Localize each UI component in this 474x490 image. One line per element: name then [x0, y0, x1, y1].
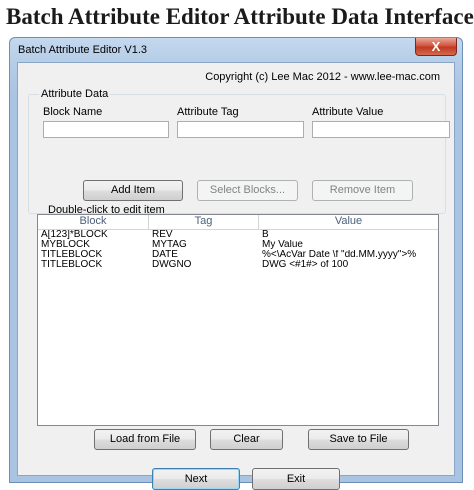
cell-value: My Value: [262, 240, 303, 250]
exit-button[interactable]: Exit: [252, 468, 340, 490]
page-headline: Batch Attribute Editor Attribute Data In…: [6, 4, 474, 29]
cell-block: A[123]*BLOCK: [41, 230, 108, 240]
block-name-label: Block Name: [43, 106, 103, 118]
list-header: Block Tag Value: [38, 215, 438, 230]
attribute-tag-label: Attribute Tag: [177, 106, 239, 118]
cell-block: TITLEBLOCK: [41, 250, 103, 260]
table-row[interactable]: TITLEBLOCK DWGNO DWG <#1#> of 100: [38, 260, 438, 270]
column-header-value[interactable]: Value: [259, 215, 438, 229]
block-name-input[interactable]: [43, 121, 169, 138]
cell-block: TITLEBLOCK: [41, 260, 103, 270]
column-header-tag[interactable]: Tag: [149, 215, 259, 229]
next-button[interactable]: Next: [152, 468, 240, 490]
table-row[interactable]: TITLEBLOCK DATE %<\AcVar Date \f "dd.MM.…: [38, 250, 438, 260]
remove-item-button[interactable]: Remove Item: [312, 180, 413, 201]
select-blocks-button[interactable]: Select Blocks...: [197, 180, 298, 201]
close-icon: X: [431, 39, 441, 54]
save-to-file-button[interactable]: Save to File: [308, 429, 409, 450]
attribute-data-group: Attribute Data Block Name Attribute Tag …: [28, 88, 450, 214]
add-item-button[interactable]: Add Item: [83, 180, 183, 201]
attribute-value-input[interactable]: [312, 121, 450, 138]
attribute-data-group-title: Attribute Data: [39, 88, 111, 100]
cell-value: B: [262, 230, 269, 240]
cell-tag: DATE: [152, 250, 178, 260]
cell-tag: REV: [152, 230, 173, 240]
clear-button[interactable]: Clear: [210, 429, 283, 450]
window-title: Batch Attribute Editor V1.3: [18, 44, 148, 56]
table-row[interactable]: MYBLOCK MYTAG My Value: [38, 240, 438, 250]
attribute-value-label: Attribute Value: [312, 106, 384, 118]
close-button[interactable]: X: [415, 38, 457, 56]
cell-tag: MYTAG: [152, 240, 187, 250]
copyright-text: Copyright (c) Lee Mac 2012 - www.lee-mac…: [205, 71, 440, 83]
attribute-list[interactable]: Block Tag Value A[123]*BLOCK REV B MYBLO…: [37, 214, 439, 426]
cell-value: DWG <#1#> of 100: [262, 260, 349, 270]
column-header-block[interactable]: Block: [38, 215, 149, 229]
dialog-window: Batch Attribute Editor V1.3 X Copyright …: [9, 37, 463, 490]
cell-tag: DWGNO: [152, 260, 192, 270]
load-from-file-button[interactable]: Load from File: [94, 429, 196, 450]
cell-block: MYBLOCK: [41, 240, 90, 250]
dialog-client-area: Copyright (c) Lee Mac 2012 - www.lee-mac…: [17, 62, 455, 490]
cell-value: %<\AcVar Date \f "dd.MM.yyyy">%: [262, 250, 417, 260]
attribute-tag-input[interactable]: [177, 121, 304, 138]
table-row[interactable]: A[123]*BLOCK REV B: [38, 230, 438, 240]
